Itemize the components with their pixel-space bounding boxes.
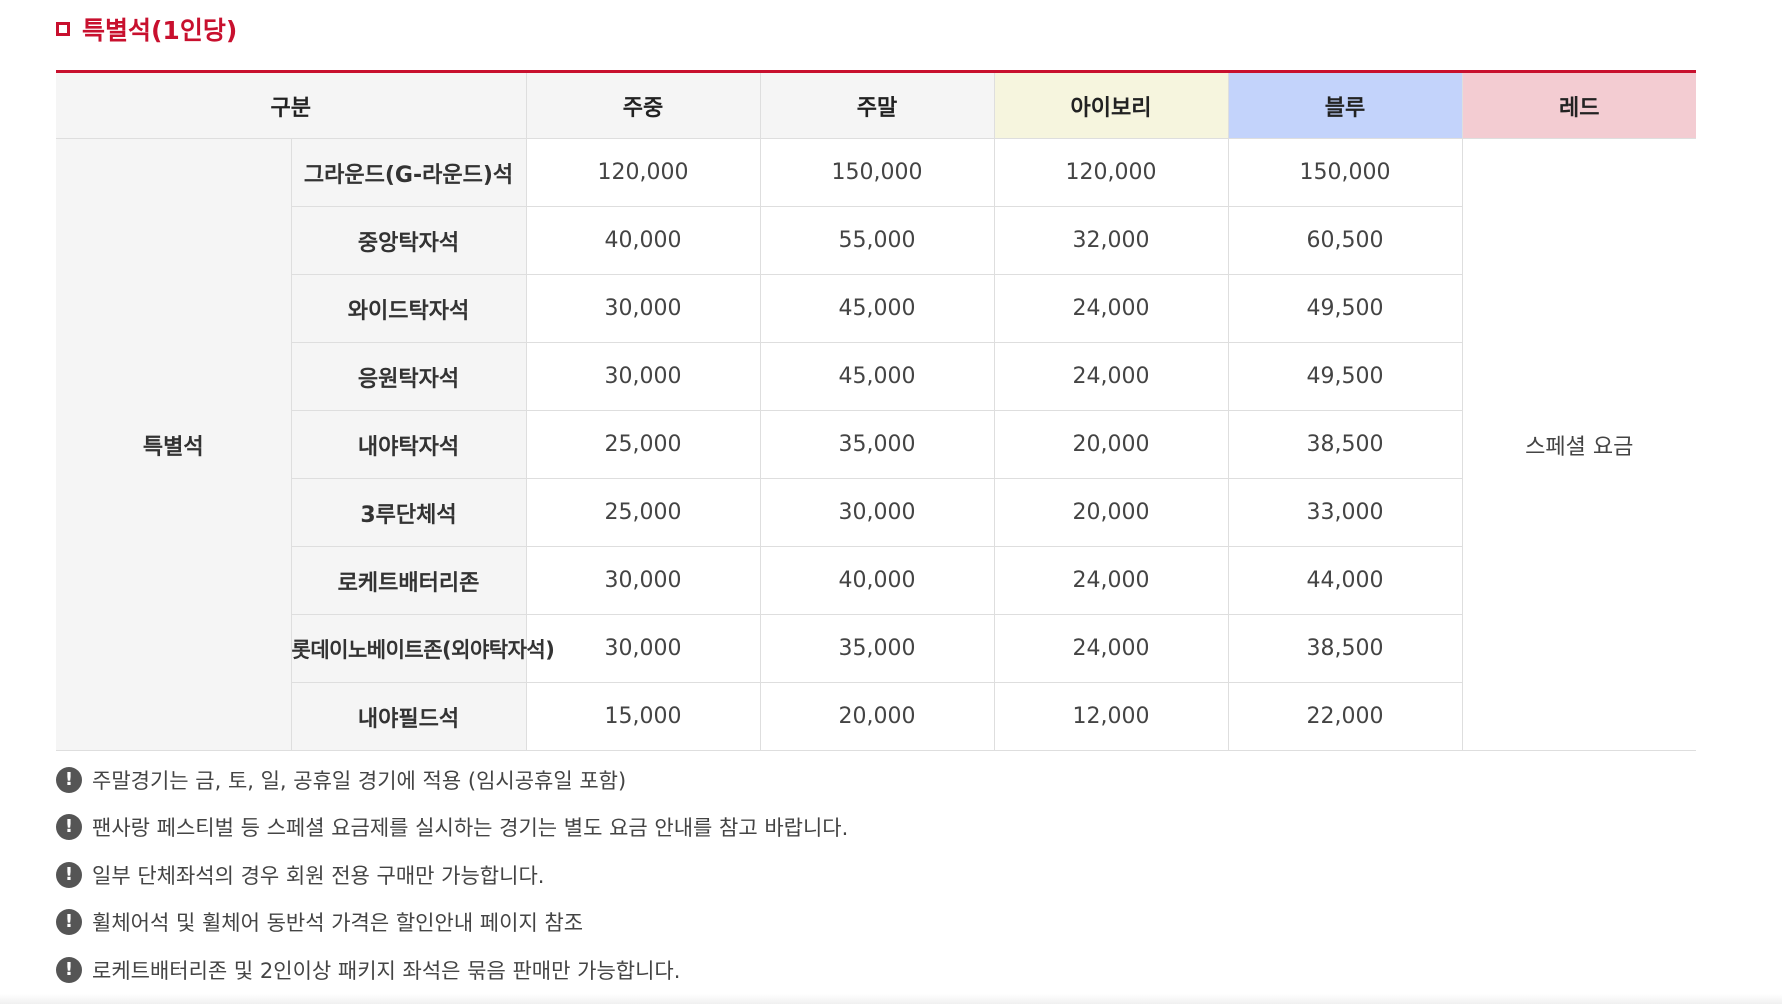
price-weekday: 120,000: [525, 138, 761, 207]
group-label: 특별석: [56, 138, 292, 751]
price-blue: 150,000: [1227, 138, 1463, 207]
header-category: 구분: [56, 71, 527, 139]
price-blue: 22,000: [1227, 682, 1463, 751]
note-text: 로케트배터리존 및 2인이상 패키지 좌석은 묶음 판매만 가능합니다.: [92, 958, 681, 983]
header-weekend: 주말: [759, 71, 995, 139]
price-weekday: 30,000: [525, 342, 761, 411]
note-item: ! 로케트배터리존 및 2인이상 패키지 좌석은 묶음 판매만 가능합니다.: [56, 946, 848, 994]
red-special-price: 스페셜 요금: [1461, 138, 1697, 751]
price-weekend: 45,000: [759, 274, 995, 343]
seat-name: 로케트배터리존: [291, 546, 527, 615]
exclamation-circle-icon: !: [56, 861, 82, 888]
seat-name: 내야탁자석: [291, 410, 527, 479]
note-item: ! 휠체어석 및 휠체어 동반석 가격은 할인안내 페이지 참조: [56, 899, 848, 947]
table-row: 특별석 그라운드(G-라운드)석 120,000 150,000 120,000…: [56, 138, 1697, 751]
price-weekend: 150,000: [759, 138, 995, 207]
price-blue: 44,000: [1227, 546, 1463, 615]
exclamation-circle-icon: !: [56, 909, 82, 936]
price-weekday: 30,000: [525, 546, 761, 615]
price-weekend: 55,000: [759, 206, 995, 275]
table-row: 와이드탁자석 30,000 45,000 24,000 49,500: [56, 274, 1696, 343]
price-weekday: 25,000: [525, 410, 761, 479]
note-text: 주말경기는 금, 토, 일, 공휴일 경기에 적용 (임시공휴일 포함): [92, 768, 627, 793]
seat-name: 내야필드석: [291, 682, 527, 751]
price-ivory: 24,000: [993, 342, 1229, 411]
price-blue: 33,000: [1227, 478, 1463, 547]
note-item: ! 팬사랑 페스티벌 등 스페셜 요금제를 실시하는 경기는 별도 요금 안내를…: [56, 804, 848, 852]
price-table: 구분 주중 주말 아이보리 블루 레드 특별석 그라운드(G-라운드)석 120…: [56, 70, 1697, 751]
notes-list: ! 주말경기는 금, 토, 일, 공휴일 경기에 적용 (임시공휴일 포함) !…: [56, 756, 848, 994]
square-bullet-icon: [56, 22, 70, 36]
price-ivory: 20,000: [993, 410, 1229, 479]
seat-name: 와이드탁자석: [291, 274, 527, 343]
table-row: 롯데이노베이트존(외야탁자석) 30,000 35,000 24,000 38,…: [56, 614, 1696, 683]
price-ivory: 20,000: [993, 478, 1229, 547]
table-row: 응원탁자석 30,000 45,000 24,000 49,500: [56, 342, 1696, 411]
price-weekend: 30,000: [759, 478, 995, 547]
price-ivory: 24,000: [993, 614, 1229, 683]
header-red: 레드: [1461, 71, 1697, 139]
note-text: 팬사랑 페스티벌 등 스페셜 요금제를 실시하는 경기는 별도 요금 안내를 참…: [92, 816, 849, 841]
seat-name: 그라운드(G-라운드)석: [290, 138, 527, 207]
price-ivory: 120,000: [993, 138, 1229, 207]
price-weekday: 30,000: [525, 614, 761, 683]
price-ivory: 12,000: [993, 682, 1229, 751]
price-ivory: 24,000: [993, 546, 1229, 615]
price-ivory: 32,000: [993, 206, 1229, 275]
table-row: 내야필드석 15,000 20,000 12,000 22,000: [56, 682, 1696, 751]
note-text: 일부 단체좌석의 경우 회원 전용 구매만 가능합니다.: [92, 863, 545, 888]
price-weekend: 20,000: [759, 682, 995, 751]
page-bottom-edge: [0, 994, 1782, 1004]
price-blue: 60,500: [1227, 206, 1463, 275]
table-header-row: 구분 주중 주말 아이보리 블루 레드: [56, 71, 1697, 139]
price-weekend: 45,000: [759, 342, 995, 411]
price-ivory: 24,000: [993, 274, 1229, 343]
seat-name: 3루단체석: [291, 478, 527, 547]
note-item: ! 주말경기는 금, 토, 일, 공휴일 경기에 적용 (임시공휴일 포함): [56, 756, 848, 804]
exclamation-circle-icon: !: [56, 956, 82, 983]
exclamation-circle-icon: !: [56, 814, 82, 841]
header-blue: 블루: [1227, 71, 1463, 139]
price-blue: 49,500: [1227, 342, 1463, 411]
price-weekend: 35,000: [759, 614, 995, 683]
seat-name: 롯데이노베이트존(외야탁자석): [291, 614, 555, 683]
seat-name: 응원탁자석: [291, 342, 527, 411]
note-text: 휠체어석 및 휠체어 동반석 가격은 할인안내 페이지 참조: [92, 911, 584, 936]
table-row: 3루단체석 25,000 30,000 20,000 33,000: [56, 478, 1696, 547]
price-blue: 49,500: [1227, 274, 1463, 343]
price-weekend: 35,000: [759, 410, 995, 479]
price-weekday: 40,000: [525, 206, 761, 275]
header-weekday: 주중: [525, 71, 761, 139]
price-blue: 38,500: [1227, 614, 1463, 683]
table-row: 중앙탁자석 40,000 55,000 32,000 60,500: [56, 206, 1696, 275]
exclamation-circle-icon: !: [56, 766, 82, 793]
price-weekday: 25,000: [525, 478, 761, 547]
price-blue: 38,500: [1227, 410, 1463, 479]
header-ivory: 아이보리: [993, 71, 1229, 139]
section-title: 특별석(1인당): [56, 12, 237, 46]
price-weekend: 40,000: [759, 546, 995, 615]
seat-name: 중앙탁자석: [291, 206, 527, 275]
note-item: ! 일부 단체좌석의 경우 회원 전용 구매만 가능합니다.: [56, 851, 848, 899]
table-row: 로케트배터리존 30,000 40,000 24,000 44,000: [56, 546, 1696, 615]
price-weekday: 30,000: [525, 274, 761, 343]
price-weekday: 15,000: [525, 682, 761, 751]
section-title-text: 특별석(1인당): [82, 16, 238, 45]
table-row: 내야탁자석 25,000 35,000 20,000 38,500: [56, 410, 1696, 479]
